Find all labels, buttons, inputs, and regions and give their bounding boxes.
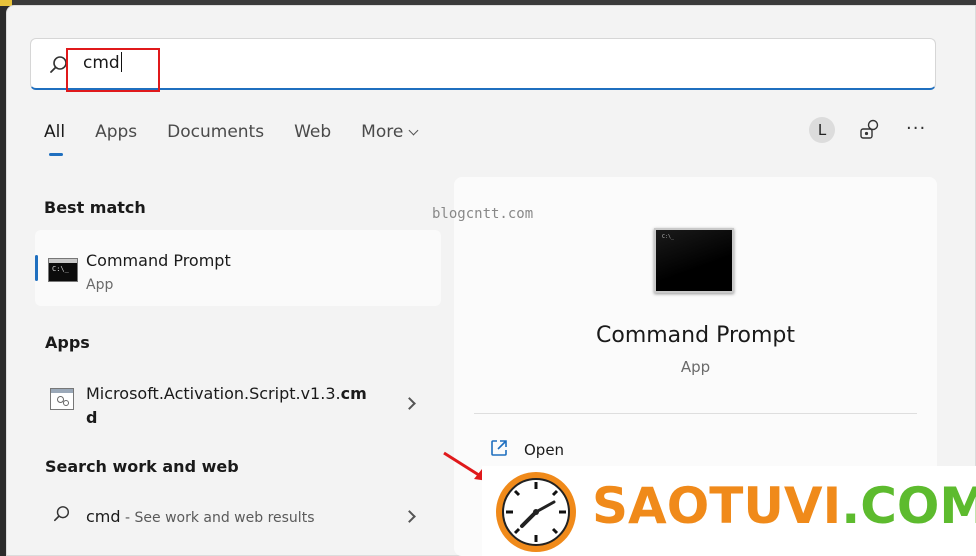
tab-documents[interactable]: Documents xyxy=(167,122,264,142)
command-prompt-large-icon: C:\_ xyxy=(654,228,734,293)
account-avatar[interactable]: L xyxy=(809,117,835,143)
command-prompt-icon: C:\_ xyxy=(48,258,78,282)
best-match-heading: Best match xyxy=(44,198,146,217)
chat-icon[interactable] xyxy=(858,118,882,142)
saotuvi-logo-text: SAOTUVI.COM xyxy=(592,477,976,535)
tab-more[interactable]: More xyxy=(361,122,419,142)
best-match-subtitle: App xyxy=(86,277,114,293)
clock-icon xyxy=(496,472,576,552)
search-box[interactable]: cmd xyxy=(30,38,936,90)
script-file-icon xyxy=(50,388,74,410)
web-search-icon xyxy=(53,506,70,522)
tab-more-label: More xyxy=(361,122,404,142)
divider xyxy=(474,413,917,414)
filter-tabs: All Apps Documents Web More xyxy=(44,122,447,156)
tab-all[interactable]: All xyxy=(44,122,65,156)
best-match-title: Command Prompt xyxy=(86,251,231,270)
apps-heading: Apps xyxy=(45,333,90,352)
open-action[interactable]: Open xyxy=(524,441,564,459)
app-result-title[interactable]: Microsoft.Activation.Script.v1.3.cm d xyxy=(86,382,376,430)
selection-indicator xyxy=(35,255,38,281)
details-subtitle: App xyxy=(680,358,711,376)
highlight-box xyxy=(66,48,160,92)
chevron-down-icon xyxy=(408,125,419,136)
tab-apps[interactable]: Apps xyxy=(95,122,137,142)
more-icon[interactable]: ··· xyxy=(906,120,926,138)
search-web-heading: Search work and web xyxy=(45,457,239,476)
details-title: Command Prompt xyxy=(596,323,795,348)
blog-watermark: blogcntt.com xyxy=(432,206,534,222)
web-search-result[interactable]: cmd - See work and web results xyxy=(86,507,314,526)
tab-web[interactable]: Web xyxy=(294,122,331,142)
